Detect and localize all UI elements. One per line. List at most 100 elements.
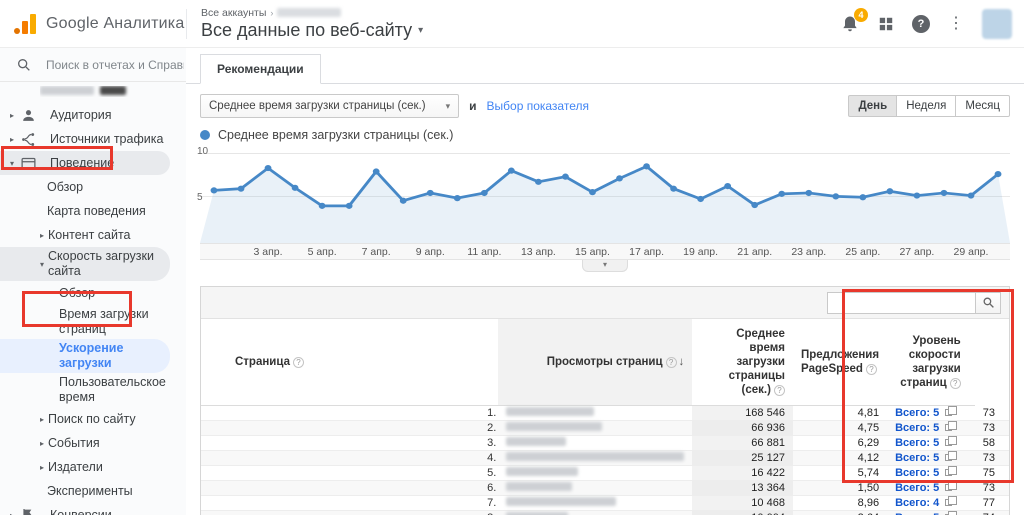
avg-load-time-cell: 6,29 xyxy=(793,436,887,451)
notifications-button[interactable]: 4 xyxy=(840,14,860,34)
table-row[interactable]: 1.168 5464,81Всего: 573 xyxy=(201,406,1009,421)
avg-load-time-cell: 1,50 xyxy=(793,481,887,496)
table-toolbar xyxy=(201,287,1009,319)
sidebar-item-site-content[interactable]: Контент сайта xyxy=(0,223,186,247)
granularity-week-button[interactable]: Неделя xyxy=(896,95,956,117)
x-axis-tick: 23 апр. xyxy=(791,246,826,258)
help-icon xyxy=(666,357,677,368)
sidebar-item-page-timings[interactable]: Время загрузки страниц xyxy=(0,305,186,339)
table-search-input[interactable] xyxy=(827,292,975,314)
speed-score-cell: 77 xyxy=(975,496,1009,511)
expand-arrow-icon[interactable] xyxy=(6,135,18,144)
apps-grid-button[interactable] xyxy=(878,16,894,32)
notifications-badge: 4 xyxy=(854,8,868,22)
pagespeed-suggestions-link[interactable]: Всего: 5 xyxy=(895,467,939,479)
search-input[interactable] xyxy=(46,58,184,72)
sidebar-item-experiments[interactable]: Эксперименты xyxy=(0,479,186,503)
table-row[interactable]: 3.66 8816,29Всего: 558 xyxy=(201,436,1009,451)
select-metric-link[interactable]: Выбор показателя xyxy=(487,99,589,113)
pagespeed-cell: Всего: 5 xyxy=(887,481,975,496)
pagespeed-suggestions-link[interactable]: Всего: 5 xyxy=(895,437,939,449)
y-axis-tick: 10 xyxy=(197,146,208,157)
pagespeed-suggestions-link[interactable]: Всего: 5 xyxy=(895,482,939,494)
sidebar-item-speed-overview[interactable]: Обзор xyxy=(0,281,186,305)
expand-arrow-icon[interactable] xyxy=(6,111,18,120)
table-search-button[interactable] xyxy=(975,292,1001,314)
sidebar-item-publishers[interactable]: Издатели xyxy=(0,455,186,479)
flag-icon xyxy=(18,507,38,515)
sidebar-item-site-speed[interactable]: Скорость загрузки сайта xyxy=(0,247,170,281)
behavior-icon xyxy=(18,155,38,172)
chevron-down-icon[interactable] xyxy=(418,25,423,36)
x-axis-tick: 25 апр. xyxy=(845,246,880,258)
pagespeed-suggestions-link[interactable]: Всего: 5 xyxy=(895,452,939,464)
collapse-arrow-icon[interactable] xyxy=(36,260,48,269)
speed-score-cell: 74 xyxy=(975,511,1009,515)
expand-arrow-icon[interactable] xyxy=(36,439,48,448)
row-index: 6. xyxy=(201,481,498,496)
pagespeed-suggestions-link[interactable]: Всего: 4 xyxy=(895,497,939,509)
traffic-sources-icon xyxy=(18,131,38,148)
table-row[interactable]: 7.10 4688,96Всего: 477 xyxy=(201,496,1009,511)
pagespeed-cell: Всего: 5 xyxy=(887,436,975,451)
expand-arrow-icon[interactable] xyxy=(36,463,48,472)
breadcrumb[interactable]: Все аккаунты xyxy=(201,7,266,19)
sidebar-item-conversions[interactable]: Конверсии xyxy=(0,503,186,515)
pagespeed-suggestions-link[interactable]: Всего: 5 xyxy=(895,407,939,419)
metric-select[interactable]: Среднее время загрузки страницы (сек.) xyxy=(200,94,459,118)
collapse-arrow-icon[interactable] xyxy=(6,159,18,168)
pageviews-cell: 16 422 xyxy=(692,466,793,481)
granularity-month-button[interactable]: Месяц xyxy=(955,95,1010,117)
search-icon xyxy=(982,296,995,309)
pageviews-cell: 10 468 xyxy=(692,496,793,511)
chart-collapse-handle[interactable] xyxy=(582,260,628,272)
sort-desc-icon xyxy=(679,356,685,368)
page-cell xyxy=(498,406,692,421)
speed-score-cell: 73 xyxy=(975,481,1009,496)
tab-suggestions[interactable]: Рекомендации xyxy=(200,54,321,84)
logo-text: Google Аналитика xyxy=(46,15,184,33)
sidebar-item-events[interactable]: События xyxy=(0,431,186,455)
line-chart-svg xyxy=(200,148,1010,243)
table-row[interactable]: 6.13 3641,50Всего: 573 xyxy=(201,481,1009,496)
pagespeed-cell: Всего: 5 xyxy=(887,451,975,466)
sidebar-item-user-timings[interactable]: Пользовательское время xyxy=(0,373,186,407)
more-menu-button[interactable] xyxy=(948,15,964,33)
row-index: 3. xyxy=(201,436,498,451)
sidebar-item-audience[interactable]: Аудитория xyxy=(0,103,186,127)
table-row[interactable]: 4.25 1274,12Всего: 573 xyxy=(201,451,1009,466)
pageviews-cell: 168 546 xyxy=(692,406,793,421)
x-axis-tick: 3 апр. xyxy=(254,246,283,258)
avg-load-time-cell: 4,12 xyxy=(793,451,887,466)
sidebar-item-behavior[interactable]: Поведение xyxy=(0,151,170,175)
row-index: 2. xyxy=(201,421,498,436)
table-row[interactable]: 5.16 4225,74Всего: 575 xyxy=(201,466,1009,481)
legend-dot-icon xyxy=(200,130,210,140)
timeseries-chart[interactable]: 10 5 3 апр.5 апр.7 апр.9 апр.11 апр.13 а… xyxy=(200,148,1010,272)
pagespeed-cell: Всего: 4 xyxy=(887,496,975,511)
expand-arrow-icon[interactable] xyxy=(36,415,48,424)
pagespeed-suggestions-link[interactable]: Всего: 5 xyxy=(895,422,939,434)
ga-logo[interactable]: Google Аналитика xyxy=(0,14,186,34)
row-index: 8. xyxy=(201,511,498,515)
breadcrumb-arrow: › xyxy=(270,8,273,18)
sidebar-item-behavior-overview[interactable]: Обзор xyxy=(0,175,186,199)
table-row[interactable]: 8.10 0042,64Всего: 574 xyxy=(201,511,1009,515)
sidebar-item-acquisition[interactable]: Источники трафика xyxy=(0,127,186,151)
pagespeed-cell: Всего: 5 xyxy=(887,466,975,481)
pagespeed-cell: Всего: 5 xyxy=(887,511,975,515)
help-button[interactable] xyxy=(912,15,930,33)
sidebar-item-behavior-flow[interactable]: Карта поведения xyxy=(0,199,186,223)
sidebar-item-site-search[interactable]: Поиск по сайту xyxy=(0,407,186,431)
expand-arrow-icon[interactable] xyxy=(6,511,18,515)
redacted-page-name xyxy=(506,497,616,506)
sidebar-search[interactable] xyxy=(0,48,186,82)
expand-arrow-icon[interactable] xyxy=(36,231,48,240)
x-axis-tick: 27 апр. xyxy=(899,246,934,258)
avatar[interactable] xyxy=(982,9,1012,39)
sidebar-item-speed-suggestions[interactable]: Ускорение загрузки xyxy=(0,339,170,373)
table-row[interactable]: 2.66 9364,75Всего: 573 xyxy=(201,421,1009,436)
sidebar-nav: Аудитория Источники трафика Поведение xyxy=(0,82,186,515)
granularity-day-button[interactable]: День xyxy=(848,95,897,117)
redacted-page-name xyxy=(506,452,684,461)
